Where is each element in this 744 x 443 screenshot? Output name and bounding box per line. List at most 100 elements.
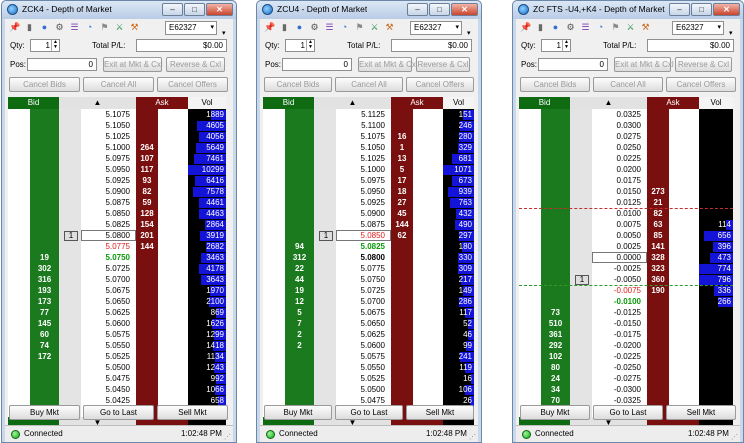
cancel-all-button[interactable]: Cancel All: [83, 77, 154, 92]
resize-grip-icon[interactable]: ⋰: [224, 433, 231, 441]
bid-size-cell[interactable]: 24: [541, 373, 570, 384]
go-to-last-button[interactable]: Go to Last: [593, 405, 663, 420]
filter-icon[interactable]: ⚑: [99, 22, 110, 33]
ask-size-cell[interactable]: 21: [647, 197, 669, 208]
ask-size-cell[interactable]: 27: [391, 197, 413, 208]
gear-icon[interactable]: ⚙: [54, 22, 65, 33]
account-select[interactable]: E62327 ▾: [165, 21, 217, 35]
buy-mkt-button[interactable]: Buy Mkt: [264, 405, 332, 420]
ask-size-cell[interactable]: 17: [391, 175, 413, 186]
clock-icon[interactable]: ◔: [595, 22, 606, 33]
exit-at-mkt-button[interactable]: Exit at Mkt & Cxl: [103, 57, 163, 72]
ask-size-cell[interactable]: 85: [647, 230, 669, 241]
buy-mkt-button[interactable]: Buy Mkt: [520, 405, 590, 420]
title-bar[interactable]: ZC FTS -U4,+K4 - Depth of Market – □ ✕: [513, 1, 743, 19]
cancel-bids-button[interactable]: Cancel Bids: [264, 77, 332, 92]
cancel-offers-button[interactable]: Cancel Offers: [406, 77, 474, 92]
filter-icon[interactable]: ⚑: [354, 22, 365, 33]
globe-icon[interactable]: ●: [550, 22, 561, 33]
maximize-icon[interactable]: □: [429, 3, 450, 16]
bid-size-cell[interactable]: 145: [30, 318, 59, 329]
ask-size-cell[interactable]: 117: [136, 164, 158, 175]
bid-size-cell[interactable]: 312: [285, 252, 314, 263]
working-order-marker[interactable]: 1: [575, 275, 589, 285]
pin-menu-icon[interactable]: ▾: [467, 29, 471, 37]
cancel-bids-button[interactable]: Cancel Bids: [9, 77, 80, 92]
cancel-offers-button[interactable]: Cancel Offers: [666, 77, 736, 92]
bid-size-cell[interactable]: 302: [30, 263, 59, 274]
pin-icon[interactable]: 📌: [520, 22, 531, 33]
buy-mkt-button[interactable]: Buy Mkt: [9, 405, 80, 420]
bid-size-cell[interactable]: 19: [30, 252, 59, 263]
bid-size-cell[interactable]: 361: [541, 329, 570, 340]
pin-icon[interactable]: 📌: [9, 22, 20, 33]
qty-stepper[interactable]: 1 ▲ ▼: [285, 39, 315, 52]
qty-stepper[interactable]: 1 ▲ ▼: [541, 39, 571, 52]
bid-size-cell[interactable]: 73: [541, 307, 570, 318]
filter-icon[interactable]: ⚑: [610, 22, 621, 33]
scroll-up-icon[interactable]: ▲: [59, 97, 136, 109]
ask-size-cell[interactable]: 328: [647, 252, 669, 263]
qty-stepper[interactable]: 1 ▲ ▼: [30, 39, 60, 52]
working-order-marker[interactable]: 1: [319, 231, 333, 241]
bid-size-cell[interactable]: 22: [285, 263, 314, 274]
doc-icon[interactable]: ▮: [24, 22, 35, 33]
ask-size-cell[interactable]: 59: [136, 197, 158, 208]
network-icon[interactable]: ⚔: [114, 22, 125, 33]
bid-size-cell[interactable]: 172: [30, 351, 59, 362]
ask-size-cell[interactable]: 144: [391, 219, 413, 230]
resize-grip-icon[interactable]: ⋰: [469, 433, 476, 441]
maximize-icon[interactable]: □: [184, 3, 205, 16]
ask-size-cell[interactable]: 45: [391, 208, 413, 219]
sell-mkt-button[interactable]: Sell Mkt: [666, 405, 736, 420]
ask-size-cell[interactable]: 190: [647, 285, 669, 296]
minimize-icon[interactable]: –: [407, 3, 428, 16]
paint-icon[interactable]: ⚒: [384, 22, 395, 33]
scroll-up-icon[interactable]: ▲: [570, 97, 647, 109]
paint-icon[interactable]: ⚒: [640, 22, 651, 33]
ask-size-cell[interactable]: 16: [391, 131, 413, 142]
doc-icon[interactable]: ▮: [279, 22, 290, 33]
ask-size-cell[interactable]: 1: [391, 142, 413, 153]
bid-size-cell[interactable]: 102: [541, 351, 570, 362]
bid-size-cell[interactable]: 510: [541, 318, 570, 329]
pin-icon[interactable]: 📌: [264, 22, 275, 33]
bid-size-cell[interactable]: 12: [285, 296, 314, 307]
go-to-last-button[interactable]: Go to Last: [335, 405, 403, 420]
ask-size-cell[interactable]: 141: [647, 241, 669, 252]
sell-mkt-button[interactable]: Sell Mkt: [157, 405, 228, 420]
ask-size-cell[interactable]: 5: [391, 164, 413, 175]
account-select[interactable]: E62327 ▾: [672, 21, 724, 35]
bid-size-cell[interactable]: 292: [541, 340, 570, 351]
cancel-all-button[interactable]: Cancel All: [593, 77, 663, 92]
bid-size-cell[interactable]: 173: [30, 296, 59, 307]
go-to-last-button[interactable]: Go to Last: [83, 405, 154, 420]
bid-size-cell[interactable]: 77: [30, 307, 59, 318]
ask-size-cell[interactable]: 62: [391, 230, 413, 241]
chart-icon[interactable]: ☰: [69, 22, 80, 33]
ask-size-cell[interactable]: 13: [391, 153, 413, 164]
chart-icon[interactable]: ☰: [580, 22, 591, 33]
bid-size-cell[interactable]: 34: [541, 384, 570, 395]
bid-size-cell[interactable]: 44: [285, 274, 314, 285]
title-bar[interactable]: ZCU4 - Depth of Market – □ ✕: [257, 1, 481, 19]
spinner-icon[interactable]: ▲ ▼: [51, 40, 59, 51]
bid-size-cell[interactable]: 74: [30, 340, 59, 351]
gear-icon[interactable]: ⚙: [565, 22, 576, 33]
clock-icon[interactable]: ◔: [339, 22, 350, 33]
maximize-icon[interactable]: □: [691, 3, 712, 16]
title-bar[interactable]: ZCK4 - Depth of Market – □ ✕: [2, 1, 236, 19]
bid-size-cell[interactable]: 7: [285, 318, 314, 329]
bid-size-cell[interactable]: 19: [285, 285, 314, 296]
ask-size-cell[interactable]: 82: [136, 186, 158, 197]
close-icon[interactable]: ✕: [713, 3, 740, 16]
ask-size-cell[interactable]: 82: [647, 208, 669, 219]
exit-at-mkt-button[interactable]: Exit at Mkt & Cxl: [614, 57, 674, 72]
resize-grip-icon[interactable]: ⋰: [731, 433, 738, 441]
sell-mkt-button[interactable]: Sell Mkt: [406, 405, 474, 420]
scroll-up-icon[interactable]: ▲: [314, 97, 391, 109]
ask-size-cell[interactable]: 18: [391, 186, 413, 197]
bid-size-cell[interactable]: 60: [30, 329, 59, 340]
bid-size-cell[interactable]: 5: [285, 307, 314, 318]
bid-size-cell[interactable]: 193: [30, 285, 59, 296]
